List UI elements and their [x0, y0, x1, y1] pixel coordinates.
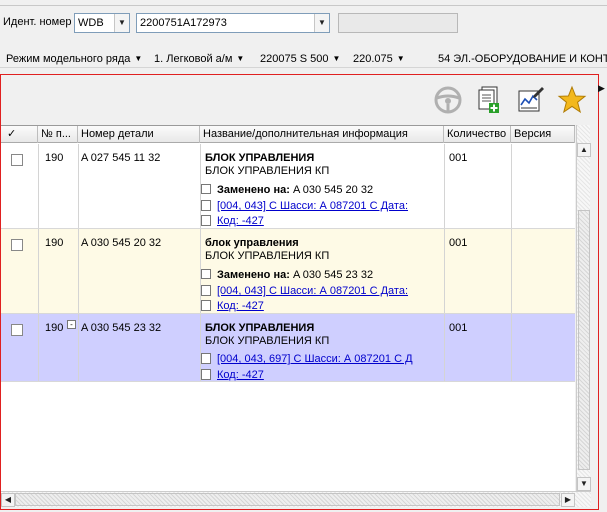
add-document-icon[interactable] — [473, 85, 503, 115]
document-icon — [201, 369, 211, 380]
vin-combo[interactable]: 2200751A172973 ▼ — [136, 13, 330, 33]
chevron-down-icon[interactable]: ▼ — [314, 14, 329, 32]
info-link[interactable]: [004, 043] С Шасси: А 087201 С Дата: — [217, 285, 408, 297]
chevron-down-icon: ▼ — [332, 54, 341, 63]
row-part-number: A 030 545 20 32 — [81, 237, 162, 249]
row-quantity: 001 — [449, 152, 468, 164]
group-dropdown[interactable]: 54 ЭЛ.-ОБОРУДОВАНИЕ И КОНТРО — [438, 53, 607, 65]
star-icon[interactable] — [557, 85, 587, 115]
row-name: БЛОК УПРАВЛЕНИЯ — [205, 322, 315, 334]
row-checkbox[interactable] — [11, 239, 23, 251]
document-icon — [201, 300, 211, 311]
info-link[interactable]: [004, 043, 697] С Шасси: А 087201 С Д — [217, 353, 413, 365]
row-quantity: 001 — [449, 322, 468, 334]
document-icon — [201, 285, 211, 296]
row-name: блок управления — [205, 237, 299, 249]
chevron-down-icon: ▼ — [236, 54, 245, 63]
document-icon — [201, 353, 211, 364]
chassis-dropdown[interactable]: 220.075 ▼ — [353, 53, 405, 65]
horizontal-scroll-thumb[interactable] — [15, 493, 560, 506]
vertical-scrollbar[interactable]: ▲ ▼ — [576, 125, 591, 499]
window-top-edge — [0, 0, 607, 6]
info-link[interactable]: [004, 043] С Шасси: А 087201 С Дата: — [217, 200, 408, 212]
steering-wheel-icon[interactable] — [433, 85, 463, 115]
scroll-left-icon[interactable]: ◀ — [1, 493, 15, 507]
col-header-part-number[interactable]: Номер детали — [78, 126, 200, 143]
row-position: 190 — [45, 322, 64, 334]
info-line: [004, 043] С Шасси: А 087201 С Дата: — [201, 200, 408, 212]
col-header-name[interactable]: Название/дополнительная информация — [200, 126, 444, 143]
parts-panel: ✓ № п... Номер детали Название/дополните… — [0, 74, 599, 510]
vertical-scroll-thumb[interactable] — [578, 210, 590, 470]
col-header-quantity[interactable]: Количество — [444, 126, 511, 143]
chevron-down-icon[interactable]: ▼ — [114, 14, 129, 32]
row-subname: БЛОК УПРАВЛЕНИЯ КП — [205, 250, 330, 262]
code-line: Код: -427 — [201, 300, 264, 312]
row-quantity: 001 — [449, 237, 468, 249]
vin-value: 2200751A172973 — [140, 17, 227, 29]
table-row[interactable]: 190 A 030 545 20 32 блок управления БЛОК… — [1, 229, 575, 314]
replaced-checkbox[interactable] — [201, 269, 211, 279]
code-line: Код: -427 — [201, 215, 264, 227]
chevron-down-icon: ▼ — [134, 54, 143, 63]
col-header-select[interactable]: ✓ — [1, 126, 38, 143]
row-subname: БЛОК УПРАВЛЕНИЯ КП — [205, 165, 330, 177]
row-checkbox[interactable] — [11, 154, 23, 166]
document-icon — [201, 215, 211, 226]
info-line: [004, 043] С Шасси: А 087201 С Дата: — [201, 285, 408, 297]
horizontal-scrollbar[interactable]: ◀ ▶ — [1, 491, 591, 507]
row-part-number: A 030 545 23 32 — [81, 322, 162, 334]
model-breadcrumb-bar: Режим модельного ряда ▼ 1. Легковой а/м ▼ … — [0, 44, 607, 68]
replaced-checkbox[interactable] — [201, 184, 211, 194]
vehicle-class-dropdown[interactable]: 1. Легковой а/м ▼ — [154, 53, 244, 65]
replaced-by: Заменено на: A 030 545 23 32 — [201, 269, 373, 281]
chevron-down-icon: ▼ — [396, 54, 405, 63]
model-dropdown[interactable]: 220075 S 500 ▼ — [260, 53, 340, 65]
panel-toolbar — [1, 75, 598, 125]
table-header: ✓ № п... Номер детали Название/дополните… — [1, 126, 575, 143]
model-mode-dropdown[interactable]: Режим модельного ряда ▼ — [6, 53, 142, 65]
row-checkbox[interactable] — [11, 324, 23, 336]
scroll-right-icon[interactable]: ▶ — [561, 493, 575, 507]
row-part-number: A 027 545 11 32 — [81, 152, 161, 164]
code-line: Код: -427 — [201, 369, 264, 381]
code-link[interactable]: Код: -427 — [217, 300, 264, 312]
document-icon — [201, 200, 211, 211]
edit-chart-icon[interactable] — [515, 85, 545, 115]
ident-label: Идент. номер — [3, 16, 72, 28]
col-header-position[interactable]: № п... — [38, 126, 78, 143]
ident-toolbar: Идент. номер WDB ▼ 2200751A172973 ▼ — [0, 10, 607, 36]
brand-combo[interactable]: WDB ▼ — [74, 13, 130, 33]
readonly-field — [338, 13, 458, 33]
info-line: [004, 043, 697] С Шасси: А 087201 С Д — [201, 353, 413, 365]
code-link[interactable]: Код: -427 — [217, 215, 264, 227]
code-link[interactable]: Код: -427 — [217, 369, 264, 381]
table-row-selected[interactable]: 190 - A 030 545 23 32 БЛОК УПРАВЛЕНИЯ БЛ… — [1, 314, 575, 382]
panel-expand-icon[interactable]: ▶ — [598, 80, 607, 96]
row-name: БЛОК УПРАВЛЕНИЯ — [205, 152, 315, 164]
replaced-by: Заменено на: A 030 545 20 32 — [201, 184, 373, 196]
parts-table: ✓ № п... Номер детали Название/дополните… — [1, 125, 575, 499]
row-position: 190 — [45, 152, 64, 164]
row-position: 190 — [45, 237, 64, 249]
row-subname: БЛОК УПРАВЛЕНИЯ КП — [205, 335, 330, 347]
scroll-up-icon[interactable]: ▲ — [577, 143, 591, 157]
col-header-version[interactable]: Версия — [511, 126, 575, 143]
table-row[interactable]: 190 A 027 545 11 32 БЛОК УПРАВЛЕНИЯ БЛОК… — [1, 144, 575, 229]
collapse-button[interactable]: - — [67, 320, 76, 329]
scroll-down-icon[interactable]: ▼ — [577, 477, 591, 491]
brand-value: WDB — [78, 17, 104, 29]
